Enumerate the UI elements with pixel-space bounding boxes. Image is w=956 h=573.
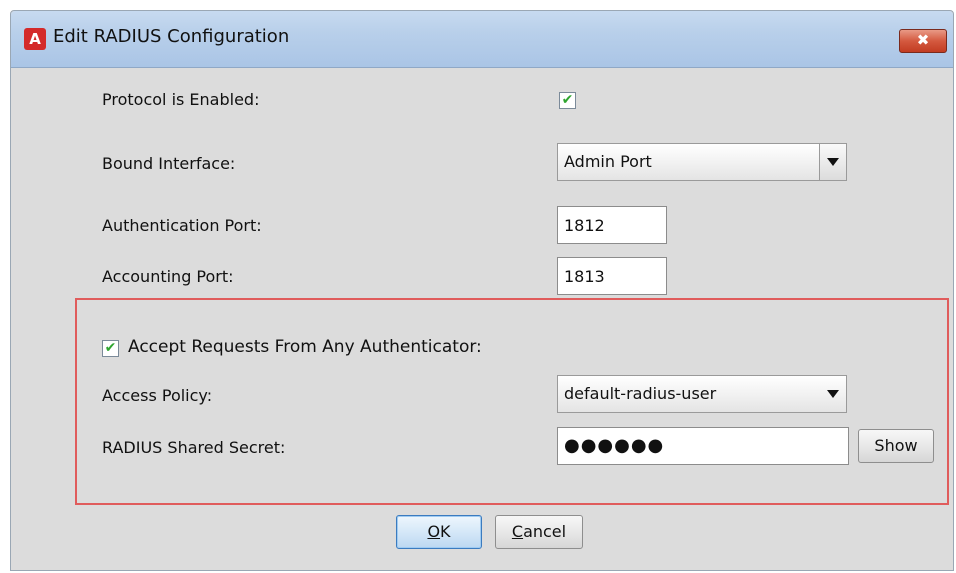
close-icon: ✖ [916,31,930,49]
ok-button[interactable]: OK [396,515,482,549]
access-policy-select[interactable]: default-radius-user [557,375,847,413]
auth-port-label: Authentication Port: [102,216,262,235]
checkmark-icon: ✔ [104,340,117,356]
ok-mnemonic: O [427,522,441,541]
accept-any-label: Accept Requests From Any Authenticator: [128,337,482,357]
edit-radius-dialog: A Edit RADIUS Configuration ✖ Protocol i… [10,10,954,571]
dialog-title: Edit RADIUS Configuration [53,26,290,47]
show-secret-button[interactable]: Show [858,429,934,463]
acct-port-label: Accounting Port: [102,267,234,286]
cancel-mnemonic: C [511,522,524,541]
checkmark-icon: ✔ [561,92,574,108]
chevron-down-icon [827,158,839,166]
close-button[interactable]: ✖ [899,29,947,53]
access-policy-dropdown-button[interactable] [820,376,846,412]
protocol-enabled-checkbox[interactable]: ✔ [559,92,576,109]
cancel-label-rest: ancel [523,522,567,541]
access-policy-value: default-radius-user [564,384,717,403]
bound-interface-label: Bound Interface: [102,154,236,173]
cancel-button[interactable]: Cancel [495,515,583,549]
bound-interface-select[interactable]: Admin Port [557,143,847,181]
auth-port-input[interactable]: 1812 [557,206,667,244]
shared-secret-label: RADIUS Shared Secret: [102,438,286,457]
acct-port-input[interactable]: 1813 [557,257,667,295]
app-logo-icon: A [24,28,46,50]
access-policy-label: Access Policy: [102,386,213,405]
chevron-down-icon [827,390,839,398]
accept-any-checkbox[interactable]: ✔ [102,340,119,357]
protocol-enabled-label: Protocol is Enabled: [102,90,260,109]
shared-secret-input[interactable]: ●●●●●● [557,427,849,465]
title-bar[interactable]: A Edit RADIUS Configuration ✖ [11,11,953,68]
ok-label-rest: K [440,522,451,541]
bound-interface-value: Admin Port [564,152,652,171]
bound-interface-dropdown-button[interactable] [819,144,846,180]
